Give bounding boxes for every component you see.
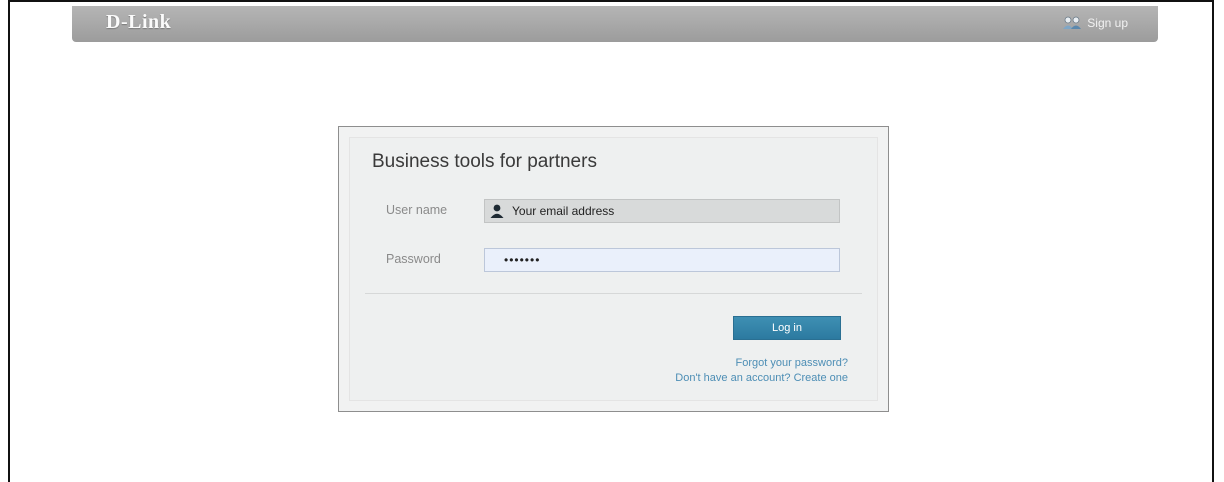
password-label: Password [386, 252, 441, 266]
password-value: ••••••• [504, 253, 541, 267]
username-placeholder: Your email address [512, 204, 615, 218]
password-input[interactable]: ••••••• [484, 248, 840, 272]
dlink-logo[interactable]: D-Link [106, 11, 171, 34]
signup-label: Sign up [1087, 16, 1128, 30]
signup-link[interactable]: Sign up [1063, 16, 1128, 30]
forgot-password-link[interactable]: Forgot your password? [736, 357, 849, 369]
user-icon [490, 204, 504, 218]
login-title: Business tools for partners [372, 151, 597, 172]
people-icon [1063, 16, 1082, 29]
username-input[interactable]: Your email address [484, 199, 840, 223]
create-account-link[interactable]: Don't have an account? Create one [675, 372, 848, 384]
divider [365, 293, 862, 294]
top-header-bar: D-Link Sign up [72, 6, 1158, 42]
login-button[interactable]: Log in [733, 316, 841, 340]
username-label: User name [386, 203, 448, 217]
login-panel: Business tools for partners User name Yo… [338, 126, 889, 412]
